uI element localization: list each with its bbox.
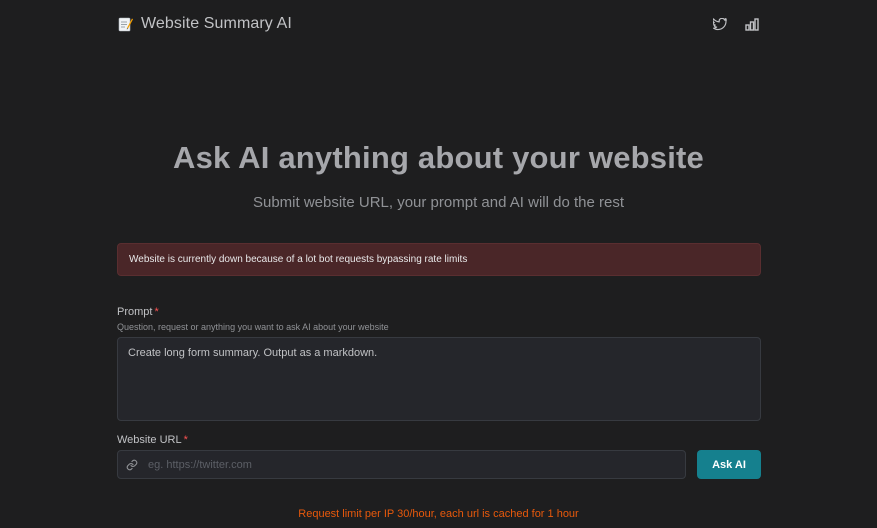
page-title: Ask AI anything about your website <box>173 140 704 175</box>
url-label-text: Website URL <box>117 434 182 446</box>
warning-alert: Website is currently down because of a l… <box>117 243 761 276</box>
url-input[interactable] <box>146 451 685 478</box>
required-mark: * <box>183 434 188 446</box>
url-label: Website URL * <box>117 434 188 446</box>
prompt-label-text: Prompt <box>117 306 153 318</box>
rate-limit-note: Request limit per IP 30/hour, each url i… <box>298 508 579 520</box>
url-input-wrapper <box>117 450 686 479</box>
page-subtitle: Submit website URL, your prompt and AI w… <box>252 194 624 211</box>
alert-text: Website is currently down because of a l… <box>129 254 468 265</box>
app-title: Website Summary AI <box>141 15 292 32</box>
top-header: Website Summary AI <box>117 0 761 48</box>
page: Website Summary AI Ask AI anything about… <box>0 0 877 528</box>
twitter-icon[interactable] <box>711 15 729 33</box>
required-mark: * <box>154 306 159 318</box>
prompt-label: Prompt * <box>117 306 159 318</box>
link-icon <box>118 459 146 471</box>
bar-chart-icon[interactable] <box>743 15 761 33</box>
ask-ai-button[interactable]: Ask AI <box>697 450 761 479</box>
brand-link[interactable]: Website Summary AI <box>117 15 292 33</box>
prompt-textarea[interactable] <box>117 337 761 421</box>
prompt-description: Question, request or anything you want t… <box>117 322 389 332</box>
memo-icon <box>117 16 133 32</box>
header-actions <box>711 15 761 33</box>
